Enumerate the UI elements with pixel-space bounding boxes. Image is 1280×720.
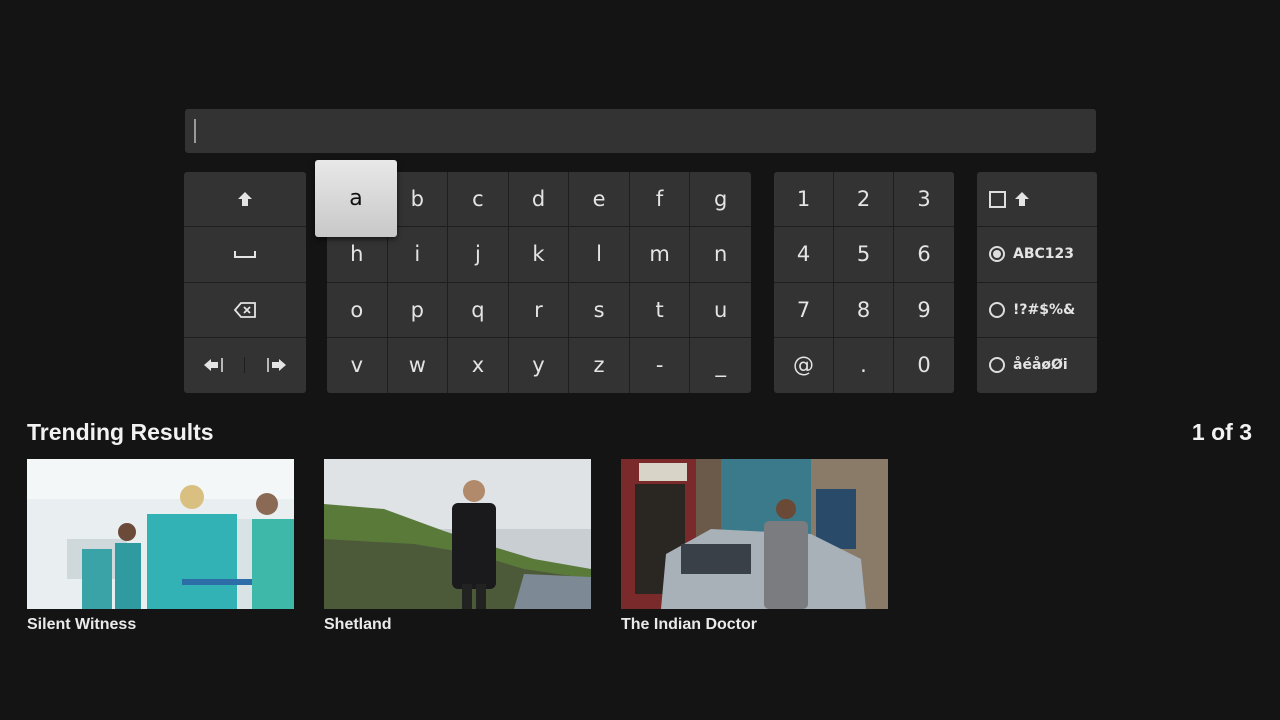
mode-label: ABC123	[1013, 246, 1075, 263]
shift-arrow-icon	[238, 192, 252, 207]
radio-icon	[989, 357, 1005, 374]
trending-tile-the-indian-doctor[interactable]: The Indian Doctor	[621, 459, 888, 634]
checkbox-icon	[989, 190, 1006, 208]
mode-label: åéåøØi	[1013, 357, 1068, 374]
number-key-period[interactable]: .	[834, 337, 894, 393]
space-icon	[234, 251, 256, 259]
number-key-9[interactable]: 9	[894, 283, 954, 338]
number-key-8[interactable]: 8	[834, 282, 894, 338]
letter-key-n[interactable]: n	[690, 227, 751, 283]
tile-title: Silent Witness	[27, 616, 137, 633]
letter-key-o[interactable]: o	[327, 282, 388, 338]
cursor-right-key[interactable]	[245, 357, 306, 373]
number-keys-panel: 1 2 3 4 5 6 7 8 9 @. 0	[774, 172, 954, 393]
control-keys-panel	[184, 172, 306, 393]
number-key-5[interactable]: 5	[834, 227, 894, 283]
poster-image	[621, 459, 888, 609]
mode-keys-panel: ABC123 !?#$%& åéåøØi	[977, 172, 1097, 393]
radio-icon	[989, 301, 1005, 318]
letter-key-hyphen[interactable]: -	[630, 337, 691, 393]
number-key-at[interactable]: @	[774, 337, 834, 393]
focused-key-a[interactable]: a	[315, 160, 397, 237]
letter-key-s[interactable]: s	[569, 282, 630, 338]
cursor-left-key[interactable]	[184, 357, 245, 374]
space-key[interactable]	[184, 227, 306, 283]
page-count: 1 of 3	[1191, 419, 1252, 445]
letter-key-q[interactable]: q	[448, 282, 509, 338]
shift-arrow-icon	[1015, 192, 1029, 207]
shift-key[interactable]	[184, 172, 306, 228]
mode-label: !?#$%&	[1013, 301, 1076, 318]
backspace-icon	[234, 301, 256, 318]
letter-key-d[interactable]: d	[508, 172, 570, 228]
search-field[interactable]	[185, 109, 1096, 153]
letter-key-f[interactable]: f	[629, 172, 691, 228]
number-key-7[interactable]: 7	[774, 282, 834, 338]
letter-key-underscore[interactable]: _	[690, 338, 751, 393]
letter-key-r[interactable]: r	[508, 282, 570, 338]
search-input[interactable]	[185, 109, 1096, 153]
poster-image	[324, 459, 591, 609]
letter-key-p[interactable]: p	[387, 282, 449, 338]
letter-key-e[interactable]: e	[569, 172, 630, 228]
poster-image	[27, 459, 294, 609]
caps-lock-toggle[interactable]	[977, 172, 1097, 228]
number-key-2[interactable]: 2	[834, 172, 894, 228]
number-key-1[interactable]: 1	[774, 172, 834, 228]
tile-title: The Indian Doctor	[621, 616, 757, 633]
letter-key-l[interactable]: l	[569, 227, 630, 283]
number-key-3[interactable]: 3	[894, 172, 954, 228]
letter-key-j[interactable]: j	[448, 227, 509, 283]
letter-key-t[interactable]: t	[629, 282, 691, 338]
letter-key-w[interactable]: w	[388, 337, 449, 393]
backspace-key[interactable]	[184, 283, 306, 338]
number-key-6[interactable]: 6	[894, 227, 954, 283]
mode-abc123[interactable]: ABC123	[977, 227, 1097, 283]
letter-key-m[interactable]: m	[629, 227, 691, 283]
trending-title: Trending Results	[27, 419, 214, 445]
trending-tile-shetland[interactable]: Shetland	[324, 459, 591, 634]
search-screen: abcdefghijklmnopqrstuvwxyz-_ a 123456789…	[0, 0, 1280, 720]
text-caret	[194, 119, 196, 143]
letter-key-c[interactable]: c	[448, 172, 509, 228]
cursor-left-icon	[204, 358, 223, 373]
trending-tile-silent-witness[interactable]: Silent Witness	[27, 459, 294, 634]
letter-key-y[interactable]: y	[509, 337, 570, 393]
letter-key-z[interactable]: z	[569, 337, 630, 393]
mode-accents[interactable]: åéåøØi	[977, 338, 1097, 393]
letter-key-u[interactable]: u	[690, 283, 751, 338]
number-key-4[interactable]: 4	[774, 227, 834, 283]
radio-selected-icon	[989, 246, 1005, 263]
letter-key-k[interactable]: k	[508, 227, 570, 283]
tile-title: Shetland	[324, 616, 392, 633]
mode-symbols[interactable]: !?#$%&	[977, 283, 1097, 338]
cursor-right-icon	[266, 358, 286, 373]
letter-key-x[interactable]: x	[448, 337, 509, 393]
letter-key-v[interactable]: v	[327, 337, 388, 393]
cursor-keys	[184, 338, 306, 393]
number-key-0[interactable]: 0	[894, 338, 954, 393]
letter-key-i[interactable]: i	[387, 227, 449, 283]
letter-key-g[interactable]: g	[690, 172, 751, 228]
